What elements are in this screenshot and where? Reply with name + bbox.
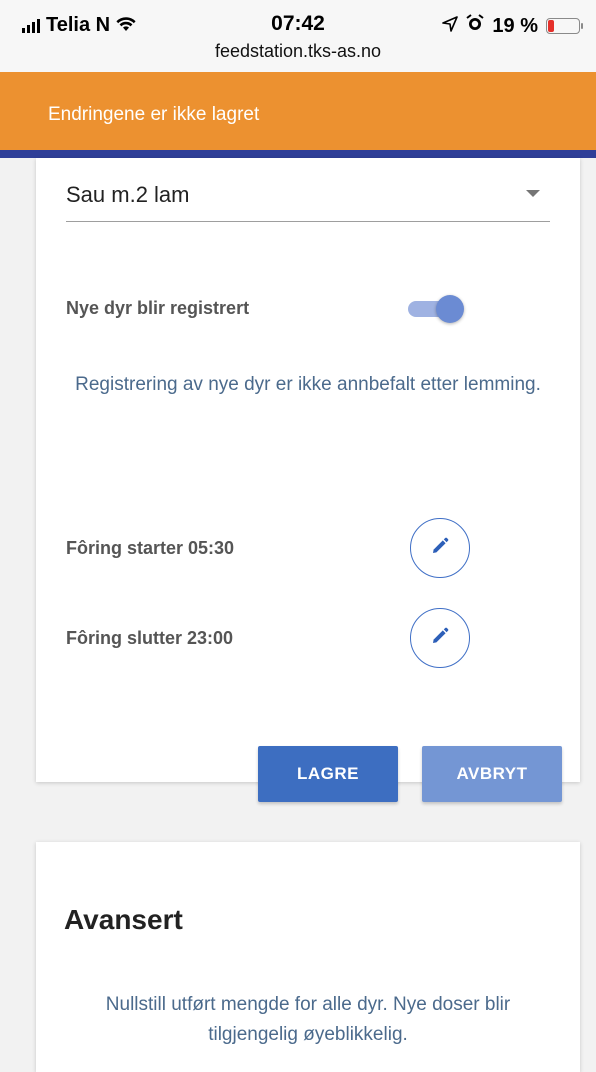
group-select-value: Sau m.2 lam [66,182,190,207]
battery-icon [546,18,583,34]
pencil-icon [430,536,450,561]
feeding-end-label: Fôring slutter 23:00 [66,628,234,648]
edit-feeding-end-button[interactable] [410,608,470,668]
group-select[interactable]: Sau m.2 lam [66,176,550,222]
save-button[interactable]: LAGRE [258,746,398,802]
page-url[interactable]: feedstation.tks-as.no [0,41,596,62]
battery-percent: 19 % [492,14,538,37]
feeding-start-label: Fôring starter 05:30 [66,538,235,558]
status-right: 19 % [442,14,583,38]
location-arrow-icon [442,15,459,38]
toggle-thumb [436,295,464,323]
edit-feeding-start-button[interactable] [410,518,470,578]
battery-level [548,20,554,32]
advanced-description: Nullstill utført mengde for alle dyr. Ny… [105,994,511,1045]
feeding-end-row: Fôring slutter 23:00 [66,608,550,668]
status-bar: Telia N 07:42 feedstation.tks-as.no 19 % [0,0,596,72]
register-new-label: Nye dyr blir registrert [66,298,250,318]
registration-notice: Registrering av nye dyr er ikke annbefal… [75,374,541,395]
register-new-toggle[interactable] [408,294,464,324]
advanced-title: Avansert [64,904,183,935]
header-divider [0,150,596,158]
feeding-start-row: Fôring starter 05:30 [66,518,550,578]
cancel-button[interactable]: AVBRYT [422,746,562,802]
advanced-card: Avansert Nullstill utført mengde for all… [36,842,580,1072]
unsaved-changes-banner: Endringene er ikke lagret [0,72,596,150]
pencil-icon [430,626,450,651]
banner-text: Endringene er ikke lagret [48,104,260,125]
chevron-down-icon [526,190,540,197]
settings-card: Sau m.2 lam Nye dyr blir registrert Regi… [36,158,580,802]
alarm-icon [466,14,485,38]
